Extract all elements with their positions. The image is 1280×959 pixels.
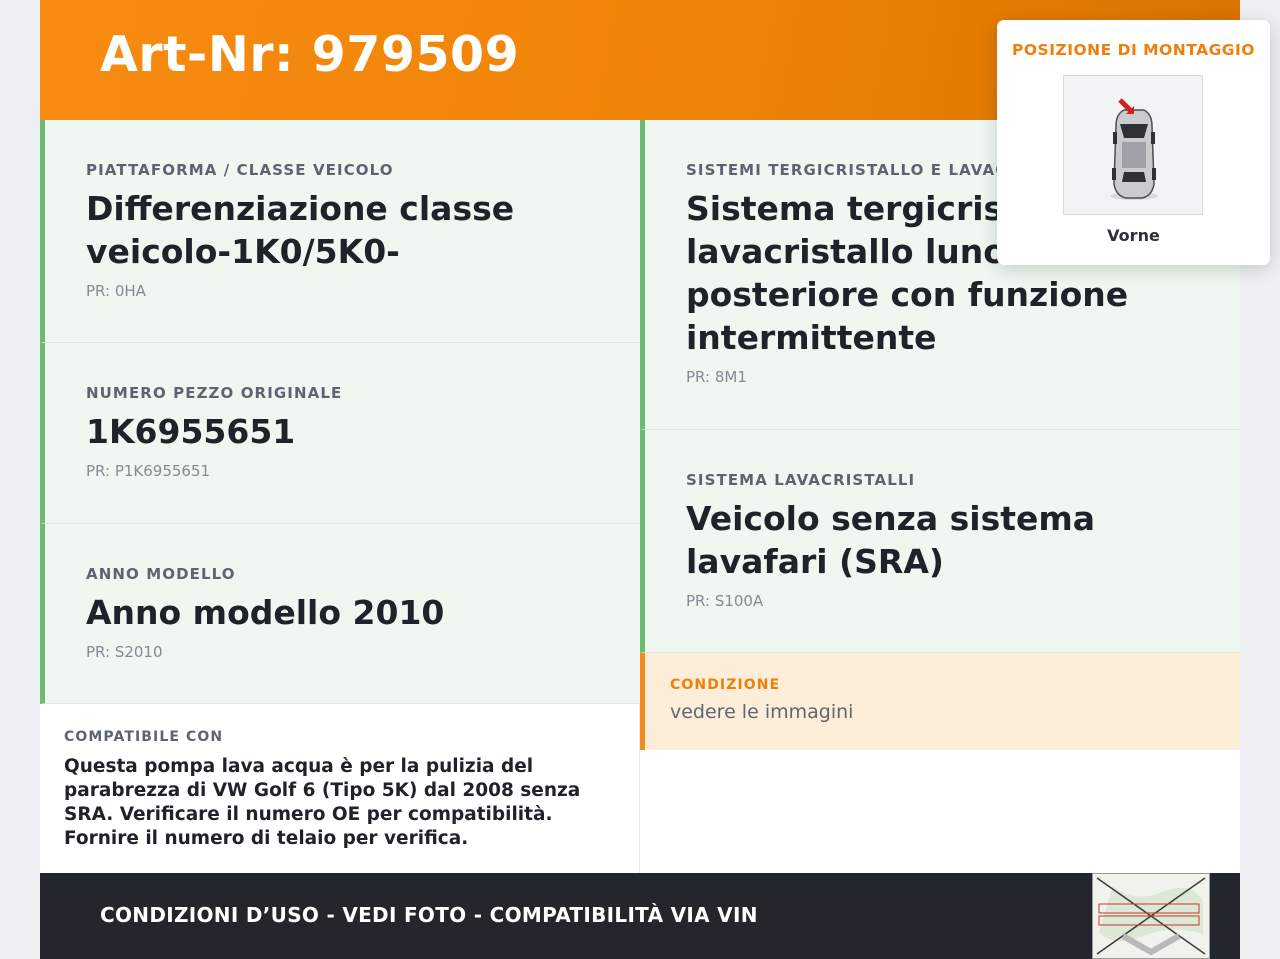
mounting-position-popup: POSIZIONE DI MONTAGGIO Vorne bbox=[997, 20, 1270, 265]
vin-plate-thumbnail[interactable] bbox=[1092, 873, 1210, 959]
footer-text: CONDIZIONI D’USO - VEDI FOTO - COMPATIBI… bbox=[100, 903, 758, 927]
compatibility-box: COMPATIBILE CON Questa pompa lava acqua … bbox=[40, 704, 640, 873]
condition-text: vedere le immagini bbox=[670, 701, 854, 723]
spec-pr-code: PR: S100A bbox=[686, 592, 764, 610]
spec-card-part-number: NUMERO PEZZO ORIGINALE 1K6955651 PR: P1K… bbox=[40, 343, 640, 524]
article-number-title: Art-Nr: 979509 bbox=[100, 26, 520, 83]
spec-value: Veicolo senza sistema lavafari (SRA) bbox=[686, 499, 1096, 581]
spec-card-platform: PIATTAFORMA / CLASSE VEICOLO Differenzia… bbox=[40, 120, 640, 343]
condition-label: CONDIZIONE bbox=[670, 677, 781, 693]
footer: CONDIZIONI D’USO - VEDI FOTO - COMPATIBI… bbox=[40, 873, 1240, 959]
spec-card-washer-system: SISTEMA LAVACRISTALLI Veicolo senza sist… bbox=[640, 430, 1240, 653]
spec-value: 1K6955651 bbox=[86, 412, 296, 451]
compatibility-text: Questa pompa lava acqua è per la pulizia… bbox=[64, 756, 581, 849]
spec-value: Differenziazione classe veicolo-1K0/5K0- bbox=[86, 189, 515, 271]
condition-box: CONDIZIONE vedere le immagini bbox=[640, 653, 1240, 750]
vin-plate-image bbox=[1093, 874, 1209, 958]
spec-label: ANNO MODELLO bbox=[86, 565, 236, 583]
compatibility-label: COMPATIBILE CON bbox=[64, 729, 224, 745]
mounting-position-caption: Vorne bbox=[1107, 226, 1160, 245]
spec-pr-code: PR: S2010 bbox=[86, 643, 163, 661]
spec-value: Anno modello 2010 bbox=[86, 593, 445, 632]
mounting-position-label: POSIZIONE DI MONTAGGIO bbox=[1012, 41, 1255, 59]
spec-pr-code: PR: P1K6955651 bbox=[86, 462, 211, 480]
spec-card-model-year: ANNO MODELLO Anno modello 2010 PR: S2010 bbox=[40, 524, 640, 704]
car-top-view-icon bbox=[1064, 76, 1202, 214]
mounting-position-image[interactable] bbox=[1063, 75, 1203, 215]
spec-label: SISTEMA LAVACRISTALLI bbox=[686, 471, 916, 489]
spec-pr-code: PR: 0HA bbox=[86, 282, 146, 300]
spec-pr-code: PR: 8M1 bbox=[686, 368, 747, 386]
spec-label: PIATTAFORMA / CLASSE VEICOLO bbox=[86, 161, 394, 179]
page: Art-Nr: 979509 PIATTAFORMA / CLASSE VEIC… bbox=[40, 0, 1270, 959]
spec-label: NUMERO PEZZO ORIGINALE bbox=[86, 384, 343, 402]
left-column: PIATTAFORMA / CLASSE VEICOLO Differenzia… bbox=[40, 120, 640, 704]
